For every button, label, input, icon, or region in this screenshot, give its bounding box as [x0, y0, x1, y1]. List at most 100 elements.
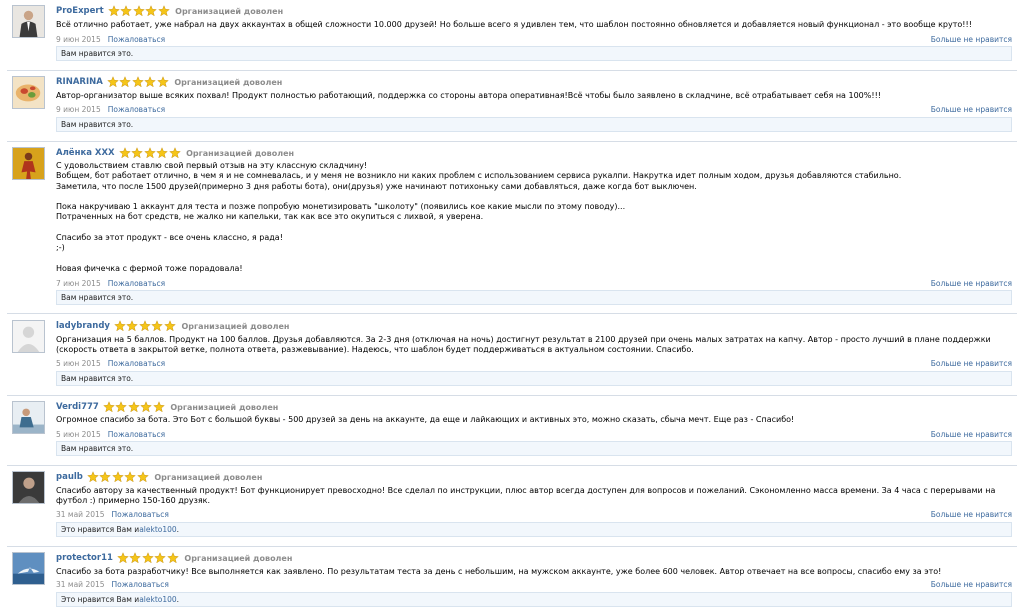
review-text: С удовольствием ставлю свой первый отзыв…	[56, 161, 902, 273]
likes-text: Вам нравится это.	[61, 293, 134, 302]
star-icon	[157, 5, 170, 17]
person-sitting-avatar[interactable]	[12, 401, 45, 434]
star-icon	[124, 471, 137, 483]
review-date: 7 июн 2015	[56, 279, 101, 288]
star-icon	[132, 5, 145, 17]
woman-figure-avatar[interactable]	[12, 147, 45, 180]
review-item: RINARINA Организацией доволен Автор-орга…	[0, 76, 1024, 142]
review-date: 5 июн 2015	[56, 359, 101, 368]
likes-bar: Вам нравится это.	[56, 371, 1012, 386]
divider	[7, 546, 1017, 547]
rating-stars	[107, 5, 171, 17]
review-header: ladybrandy Организацией доволен	[56, 320, 289, 332]
username-link[interactable]: Алёнка ХХХ	[56, 148, 115, 158]
report-link[interactable]: Пожаловаться	[108, 359, 165, 368]
divider	[7, 313, 1017, 314]
unlike-link[interactable]: Больше не нравится	[931, 279, 1012, 288]
likes-bar: Это нравится Вам и alekto100.	[56, 522, 1012, 537]
review-header: ProExpert Организацией доволен	[56, 5, 283, 17]
rating-stars	[102, 401, 166, 413]
report-link[interactable]: Пожаловаться	[108, 430, 165, 439]
likes-text: Вам нравится это.	[61, 374, 134, 383]
review-meta: 31 май 2015 Пожаловаться	[56, 509, 169, 520]
review-date: 5 июн 2015	[56, 430, 101, 439]
report-link[interactable]: Пожаловаться	[108, 105, 165, 114]
likes-suffix: .	[176, 525, 180, 534]
liker-link[interactable]: alekto100	[139, 595, 176, 604]
rating-stars	[118, 147, 182, 159]
review-date: 31 май 2015	[56, 580, 105, 589]
review-item: ProExpert Организацией доволен Всё отлич…	[0, 5, 1024, 71]
username-link[interactable]: paulb	[56, 472, 83, 482]
star-icon	[151, 320, 164, 332]
star-icon	[167, 552, 179, 564]
star-icon	[136, 471, 149, 483]
report-link[interactable]: Пожаловаться	[108, 279, 165, 288]
rating-stars	[106, 76, 170, 88]
man-portrait-avatar[interactable]	[12, 471, 45, 504]
star-icon	[106, 76, 119, 88]
rating-stars	[114, 320, 177, 332]
review-header: paulb Организацией доволен	[56, 471, 262, 483]
likes-text: Вам нравится это.	[61, 49, 134, 58]
unlike-link[interactable]: Больше не нравится	[931, 359, 1012, 368]
review-text: Организация на 5 баллов. Продукт на 100 …	[56, 335, 991, 355]
review-meta: 7 июн 2015 Пожаловаться	[56, 278, 165, 289]
shark-photo-avatar[interactable]	[12, 552, 45, 585]
star-icon	[164, 320, 176, 332]
star-icon	[142, 552, 154, 564]
star-icon	[131, 76, 144, 88]
food-photo-avatar[interactable]	[12, 76, 45, 109]
likes-bar: Вам нравится это.	[56, 46, 1012, 61]
status-label: Организацией доволен	[181, 321, 290, 331]
liker-link[interactable]: alekto100	[139, 525, 176, 534]
username-link[interactable]: ProExpert	[56, 6, 104, 16]
unlike-link[interactable]: Больше не нравится	[931, 580, 1012, 589]
divider	[7, 141, 1017, 142]
report-link[interactable]: Пожаловаться	[112, 510, 169, 519]
username-link[interactable]: Verdi777	[56, 402, 99, 412]
divider	[7, 70, 1017, 71]
review-item: Verdi777 Организацией доволен Огромное с…	[0, 401, 1024, 466]
star-icon	[115, 401, 128, 413]
divider	[7, 395, 1017, 396]
review-text: Автор-организатор выше всяких похвал! Пр…	[56, 91, 881, 100]
unlike-link[interactable]: Больше не нравится	[931, 105, 1012, 114]
likes-text: Вам нравится это.	[61, 120, 134, 129]
unlike-link[interactable]: Больше не нравится	[931, 510, 1012, 519]
review-date: 9 июн 2015	[56, 105, 101, 114]
report-link[interactable]: Пожаловаться	[108, 35, 165, 44]
username-link[interactable]: protector11	[56, 553, 113, 563]
star-icon	[127, 401, 140, 413]
star-icon	[86, 471, 99, 483]
status-label: Организацией доволен	[186, 148, 295, 158]
review-item: ladybrandy Организацией доволен Организа…	[0, 320, 1024, 396]
man-in-suit-avatar[interactable]	[12, 5, 45, 38]
likes-bar: Вам нравится это.	[56, 290, 1012, 305]
review-header: protector11 Организацией доволен	[56, 552, 292, 564]
star-icon	[139, 320, 151, 332]
status-label: Организацией доволен	[175, 6, 284, 16]
star-icon	[120, 5, 133, 17]
default-user-avatar[interactable]	[12, 320, 45, 353]
report-link[interactable]: Пожаловаться	[112, 580, 169, 589]
username-link[interactable]: RINARINA	[56, 77, 103, 87]
review-date: 31 май 2015	[56, 510, 105, 519]
review-meta: 9 июн 2015 Пожаловаться	[56, 34, 165, 45]
star-icon	[140, 401, 153, 413]
rating-stars	[86, 471, 150, 483]
likes-prefix: Это нравится Вам и	[61, 525, 140, 534]
unlike-link[interactable]: Больше не нравится	[931, 35, 1012, 44]
unlike-link[interactable]: Больше не нравится	[931, 430, 1012, 439]
likes-text: Вам нравится это.	[61, 444, 134, 453]
status-label: Организацией доволен	[184, 553, 293, 563]
star-icon	[131, 147, 143, 159]
username-link[interactable]: ladybrandy	[56, 321, 110, 331]
review-text: Всё отлично работает, уже набрал на двух…	[56, 20, 972, 29]
star-icon	[168, 147, 181, 159]
review-header: RINARINA Организацией доволен	[56, 76, 282, 88]
star-icon	[99, 471, 112, 483]
star-icon	[107, 5, 120, 17]
star-icon	[129, 552, 142, 564]
likes-suffix: .	[176, 595, 180, 604]
